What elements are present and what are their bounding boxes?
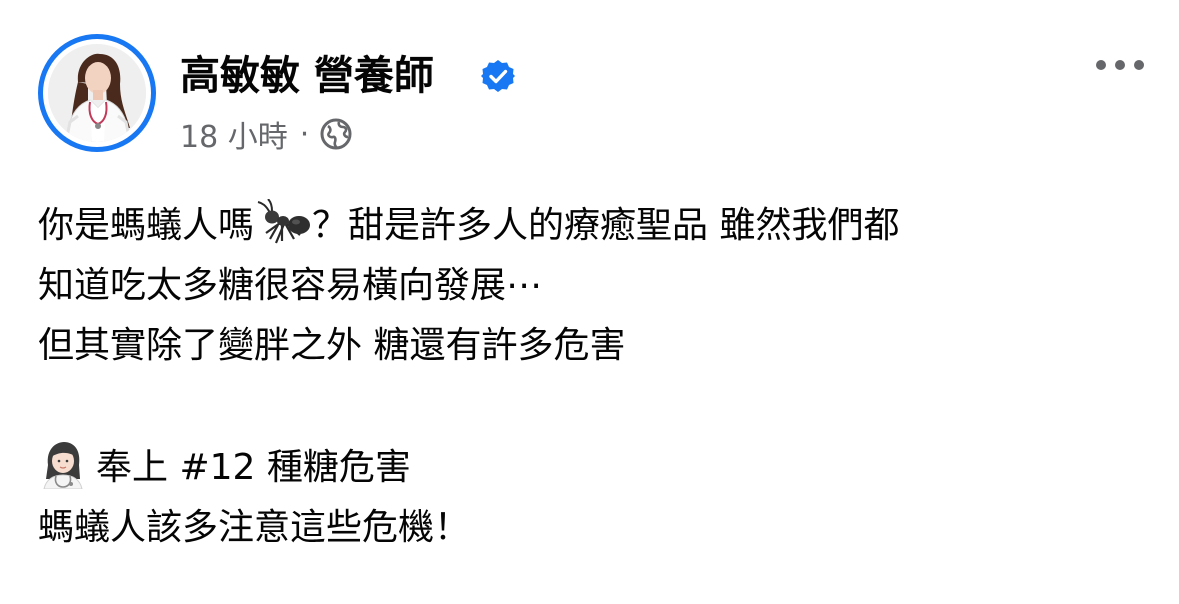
post-timestamp[interactable]: 18 小時 — [180, 112, 288, 156]
text-segment: 你是螞蟻人嗎 — [38, 205, 255, 246]
author-name[interactable]: 高敏敏 營養師 — [180, 51, 434, 101]
facebook-post: 高敏敏 營養師 18 小時 · 你是螞蟻人嗎 ？甜是許多人的療癒聖品 雖然我們都… — [0, 0, 1179, 604]
meta-separator: · — [299, 116, 310, 152]
post-meta: 18 小時 · — [180, 112, 353, 156]
post-text-line-1: 你是螞蟻人嗎 ？甜是許多人的療癒聖品 雖然我們都 — [38, 196, 1148, 256]
verified-badge-icon — [481, 60, 515, 92]
text-segment: 奉上 #12 種糖危害 — [96, 447, 411, 488]
text-segment: ？甜是許多人的療癒聖品 雖然我們都 — [312, 205, 900, 246]
post-body: 你是螞蟻人嗎 ？甜是許多人的療癒聖品 雖然我們都 知道吃太多糖很容易橫向發展⋯ … — [38, 196, 1148, 558]
globe-icon[interactable] — [319, 117, 353, 151]
avatar[interactable] — [38, 34, 156, 152]
woman-health-worker-emoji-icon — [43, 442, 83, 489]
post-text-line-3: 但其實除了變胖之外 糖還有許多危害 — [38, 325, 626, 366]
profile-photo — [48, 44, 146, 142]
post-text-line-5: 螞蟻人該多注意這些危機！ — [38, 507, 471, 548]
ant-emoji-icon — [257, 199, 311, 244]
post-text-line-2: 知道吃太多糖很容易橫向發展⋯ — [38, 265, 543, 306]
post-text-line-4: 奉上 #12 種糖危害 — [38, 438, 1148, 498]
more-options-icon[interactable] — [1090, 50, 1150, 80]
